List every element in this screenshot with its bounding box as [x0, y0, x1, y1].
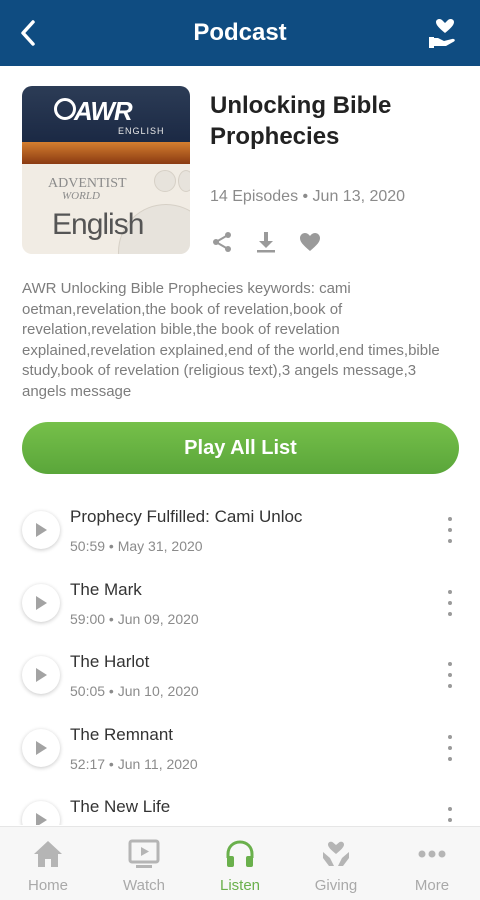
more-vertical-icon[interactable] — [444, 734, 456, 761]
chevron-left-icon — [21, 20, 35, 46]
more-vertical-icon[interactable] — [444, 807, 456, 825]
more-vertical-icon[interactable] — [444, 517, 456, 543]
play-button[interactable] — [22, 801, 60, 825]
top-bar: Podcast — [0, 0, 480, 66]
cover-brand-sub: ENGLISH — [118, 126, 165, 136]
episode-meta: 59:00 • Jun 09, 2020 — [70, 610, 199, 627]
cover-knob — [154, 170, 176, 192]
episode-list: Prophecy Fulfilled: Cami Unloc 50:59 • M… — [0, 495, 480, 825]
more-icon — [415, 837, 449, 871]
cover-language: English — [52, 208, 144, 241]
giving-hand-button[interactable] — [428, 16, 462, 50]
episode-meta: 52:17 • Jun 11, 2020 — [70, 755, 198, 772]
cover-knob — [178, 170, 190, 192]
download-icon[interactable] — [254, 230, 278, 254]
more-vertical-icon[interactable] — [444, 662, 456, 688]
tab-label: Giving — [314, 877, 358, 894]
episode-item[interactable]: The Remnant 52:17 • Jun 11, 2020 — [0, 713, 480, 786]
podcast-title: Unlocking Bible Prophecies — [210, 92, 392, 150]
podcast-actions — [210, 230, 322, 254]
tab-giving[interactable]: Giving — [288, 827, 384, 900]
tab-watch[interactable]: Watch — [96, 827, 192, 900]
episode-meta: 50:59 • May 31, 2020 — [70, 538, 203, 554]
episode-item[interactable]: The Mark 59:00 • Jun 09, 2020 — [0, 568, 480, 641]
podcast-meta: 14 Episodes • Jun 13, 2020 — [210, 188, 406, 205]
podcast-cover-art: AWR ENGLISH ADVENTIST WORLD English — [22, 86, 190, 254]
play-icon — [36, 813, 47, 825]
play-icon — [36, 595, 47, 610]
tab-label: More — [414, 877, 450, 894]
episode-title: The Mark — [70, 579, 142, 599]
episode-meta: 50:05 • Jun 10, 2020 — [70, 683, 199, 699]
play-icon — [36, 740, 47, 755]
episode-title: Prophecy Fulfilled: Cami Unloc — [70, 507, 303, 526]
play-button[interactable] — [22, 656, 60, 694]
page-title: Podcast — [193, 19, 287, 46]
episode-title: The Remnant — [70, 724, 173, 744]
tab-label: Home — [27, 877, 68, 894]
home-icon — [31, 837, 65, 871]
cover-line2: WORLD — [62, 190, 100, 202]
play-icon — [36, 523, 47, 537]
play-button[interactable] — [22, 583, 60, 622]
play-button[interactable] — [22, 511, 60, 549]
episode-title: The New Life — [70, 797, 171, 816]
bottom-tab-bar: Home Watch Listen Giving More — [0, 826, 480, 900]
play-icon — [36, 668, 47, 682]
podcast-description: AWR Unlocking Bible Prophecies keywords:… — [22, 280, 440, 400]
episode-item[interactable]: The Harlot 50:05 • Jun 10, 2020 — [0, 640, 480, 713]
cover-stripe — [22, 142, 190, 164]
play-all-button[interactable]: Play All List — [22, 422, 459, 474]
giving-icon — [319, 837, 353, 871]
headphones-icon — [223, 837, 257, 871]
tab-more[interactable]: More — [384, 827, 480, 900]
watch-icon — [127, 837, 161, 871]
cover-brand: AWR — [74, 96, 133, 126]
heart-icon[interactable] — [298, 230, 322, 254]
play-button[interactable] — [22, 728, 60, 767]
share-icon[interactable] — [210, 230, 234, 254]
tab-label: Watch — [123, 877, 165, 894]
tab-home[interactable]: Home — [0, 827, 96, 900]
awr-logo-icon — [54, 98, 76, 120]
episode-title: The Harlot — [70, 652, 150, 671]
tab-label: Listen — [219, 877, 261, 894]
episode-item[interactable]: Prophecy Fulfilled: Cami Unloc 50:59 • M… — [0, 495, 480, 568]
back-button[interactable] — [18, 15, 58, 51]
episode-item[interactable]: The New Life — [0, 785, 480, 825]
heart-hand-icon — [429, 18, 455, 48]
more-vertical-icon[interactable] — [444, 589, 456, 616]
tab-listen[interactable]: Listen — [192, 827, 288, 900]
